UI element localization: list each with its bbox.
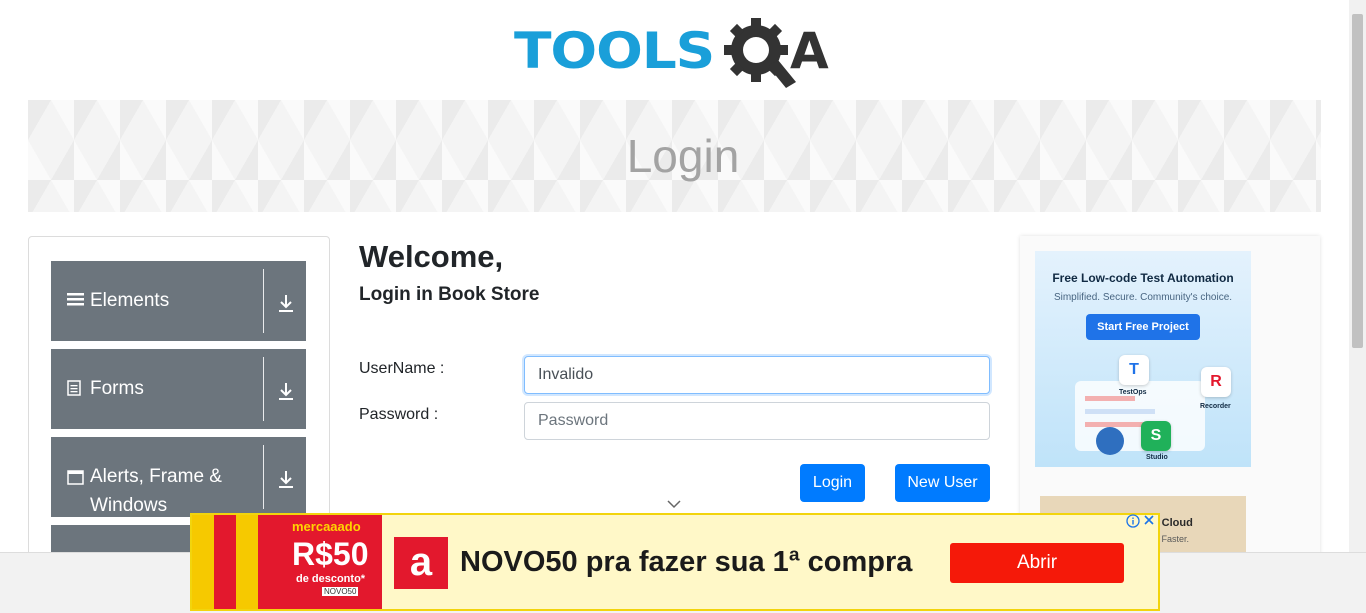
logo-text-tools: TOOLS: [514, 22, 715, 80]
ad-title: Free Low-code Test Automation: [1052, 271, 1234, 285]
ad-tagline: Simplified. Secure. Community's choice.: [1053, 292, 1233, 303]
download-icon[interactable]: [276, 293, 296, 313]
studio-icon: S: [1141, 421, 1171, 451]
ad-image-brand: mercaaado: [292, 519, 361, 534]
chevron-down-icon[interactable]: [666, 498, 682, 510]
password-input[interactable]: [524, 402, 990, 440]
sidebar-group-alerts-frame-windows[interactable]: Alerts, Frame & Windows: [51, 437, 306, 517]
katalon-ad-card[interactable]: Free Low-code Test Automation Simplified…: [1035, 251, 1251, 467]
username-input[interactable]: [524, 356, 990, 394]
divider: [263, 445, 264, 509]
ad-image-price: R$50: [292, 536, 369, 572]
download-icon[interactable]: [276, 381, 296, 401]
ad-image-code: NOVO50: [322, 587, 359, 596]
login-button[interactable]: Login: [800, 464, 865, 502]
bottom-advertisement[interactable]: mercaaado R$50 de desconto* NOVO50 a NOV…: [190, 513, 1160, 611]
divider: [263, 357, 264, 421]
sidebar-group-label: Forms: [90, 378, 144, 399]
ad-product-label: Recorder: [1200, 403, 1231, 410]
menu-icon: [67, 291, 84, 312]
ad-start-button[interactable]: Start Free Project: [1086, 314, 1200, 340]
ad-image-grid: [192, 515, 280, 609]
page-title: Login: [626, 130, 740, 182]
divider: [263, 269, 264, 333]
download-icon[interactable]: [276, 469, 296, 489]
window-icon: [67, 470, 84, 490]
ad-headline: NOVO50 pra fazer sua 1ª compra: [460, 546, 913, 578]
sidebar-group-label-line2: Windows: [90, 495, 168, 516]
ad-info-icon[interactable]: [1126, 514, 1140, 528]
welcome-heading: Welcome,: [359, 239, 504, 274]
new-user-button[interactable]: New User: [895, 464, 990, 502]
recorder-icon: R: [1201, 367, 1231, 397]
password-label: Password :: [359, 406, 439, 423]
ad-image-desc: de desconto*: [296, 573, 366, 585]
ad-image: mercaaado R$50 de desconto* NOVO50: [192, 515, 382, 609]
ad-open-button[interactable]: Abrir: [950, 543, 1124, 583]
login-subtitle: Login in Book Store: [359, 284, 540, 305]
page-scrollbar[interactable]: [1349, 0, 1366, 552]
americanas-logo: a: [394, 537, 448, 589]
sidebar-group-label: Alerts, Frame &: [90, 466, 222, 487]
username-label: UserName :: [359, 360, 445, 377]
testops-icon: T: [1119, 355, 1149, 385]
sidebar-group-forms[interactable]: Forms: [51, 349, 306, 429]
toolsqa-logo[interactable]: TOOLS A: [514, 16, 838, 90]
ad-product-label: Studio: [1146, 454, 1168, 461]
sidebar-group-elements[interactable]: Elements: [51, 261, 306, 341]
sidebar-group-label: Elements: [90, 290, 170, 311]
ad-close-icon[interactable]: [1142, 513, 1156, 527]
document-icon: [67, 380, 81, 401]
ad-product-label: TestOps: [1119, 389, 1147, 396]
logo-text-a: A: [790, 22, 829, 80]
